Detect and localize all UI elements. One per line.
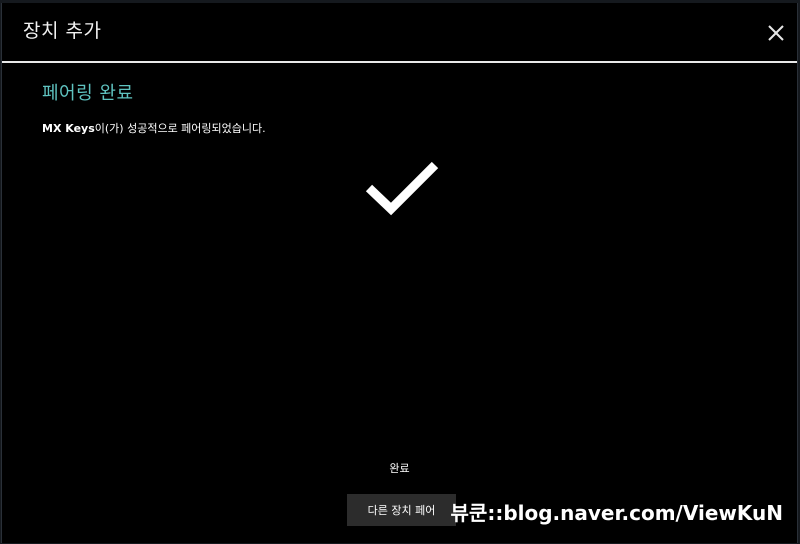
pairing-complete-heading: 페어링 완료	[42, 83, 134, 104]
checkmark-icon	[365, 161, 439, 216]
dialog-title: 장치 추가	[23, 20, 102, 42]
title-bar: 장치 추가	[2, 3, 797, 61]
done-button[interactable]: 완료	[2, 460, 797, 476]
close-icon	[768, 25, 784, 41]
pairing-message: MX Keys이(가) 성공적으로 페어링되었습니다.	[42, 120, 266, 136]
title-divider	[2, 61, 797, 63]
device-name: MX Keys	[42, 122, 95, 135]
watermark: 뷰쿤::blog.naver.com/ViewKuN	[450, 501, 783, 525]
close-button[interactable]	[764, 21, 788, 45]
pairing-message-text: 이(가) 성공적으로 페어링되었습니다.	[94, 122, 266, 135]
add-device-dialog: 장치 추가 페어링 완료 MX Keys이(가) 성공적으로 페어링되었습니다.…	[1, 3, 798, 543]
pair-another-device-button[interactable]: 다른 장치 페어	[347, 494, 456, 526]
